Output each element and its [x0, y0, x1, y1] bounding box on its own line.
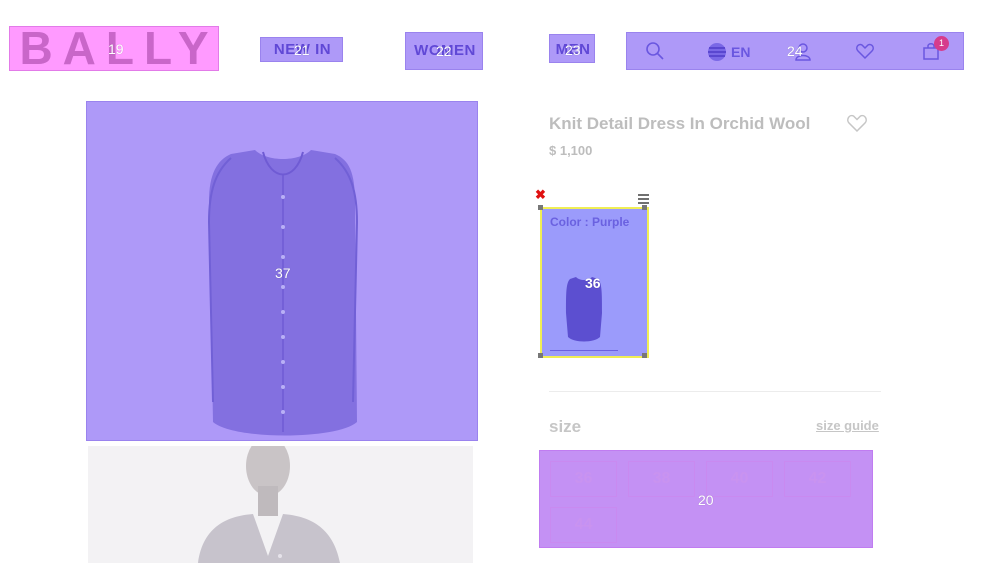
secondary-product-image[interactable] — [88, 446, 473, 563]
add-to-wishlist-icon[interactable] — [846, 113, 868, 138]
resize-handle[interactable] — [642, 205, 647, 210]
resize-handle[interactable] — [538, 205, 543, 210]
logo-overlay[interactable]: BALLY 19 — [9, 25, 219, 71]
resize-handle[interactable] — [642, 353, 647, 358]
main-product-image[interactable]: 37 — [86, 101, 478, 441]
product-title: Knit Detail Dress In Orchid Wool — [549, 114, 811, 133]
size-selector: 36 38 40 42 44 20 — [539, 450, 873, 548]
language-label[interactable]: EN — [731, 44, 750, 60]
nav-women[interactable]: WOMEN 22 — [405, 32, 483, 70]
overlay-number: 23 — [565, 42, 581, 58]
size-option[interactable]: 36 — [550, 461, 617, 497]
overlay-number: 19 — [108, 41, 124, 57]
wishlist-icon[interactable] — [855, 41, 875, 61]
color-swatch-selector[interactable]: Color : Purple 36 — [540, 207, 649, 358]
color-swatch-thumbnail — [566, 277, 602, 342]
overlay-number: 36 — [585, 275, 601, 291]
size-option[interactable]: 40 — [706, 461, 773, 497]
product-price: $ 1,100 — [549, 143, 593, 158]
color-label: Color : Purple — [550, 215, 630, 229]
overlay-number: 24 — [787, 43, 803, 59]
size-option[interactable]: 42 — [784, 461, 851, 497]
overlay-number: 21 — [294, 42, 310, 58]
nav-men[interactable]: MEN 23 — [549, 34, 595, 63]
utility-bar: EN 24 1 — [626, 32, 964, 70]
size-option[interactable]: 44 — [550, 507, 617, 543]
close-icon[interactable]: ✖ — [535, 187, 546, 203]
resize-handle[interactable] — [538, 353, 543, 358]
nav-new-in[interactable]: NEW IN 21 — [260, 37, 343, 62]
product-page: BALLY 19 NEW IN 21 WOMEN 22 MEN 23 EN 24… — [0, 0, 1000, 563]
size-guide-link[interactable]: size guide — [816, 418, 879, 433]
overlay-number: 20 — [698, 492, 714, 508]
cart-count-badge: 1 — [934, 36, 949, 51]
divider — [549, 391, 881, 392]
color-swatch-underline — [550, 350, 618, 351]
overlay-number: 22 — [436, 43, 452, 59]
size-option[interactable]: 38 — [628, 461, 695, 497]
overlay-number: 37 — [275, 265, 291, 281]
us-flag-icon[interactable] — [707, 42, 727, 62]
search-icon[interactable] — [645, 41, 665, 61]
size-label: size — [549, 417, 582, 436]
model-illustration — [198, 446, 340, 563]
